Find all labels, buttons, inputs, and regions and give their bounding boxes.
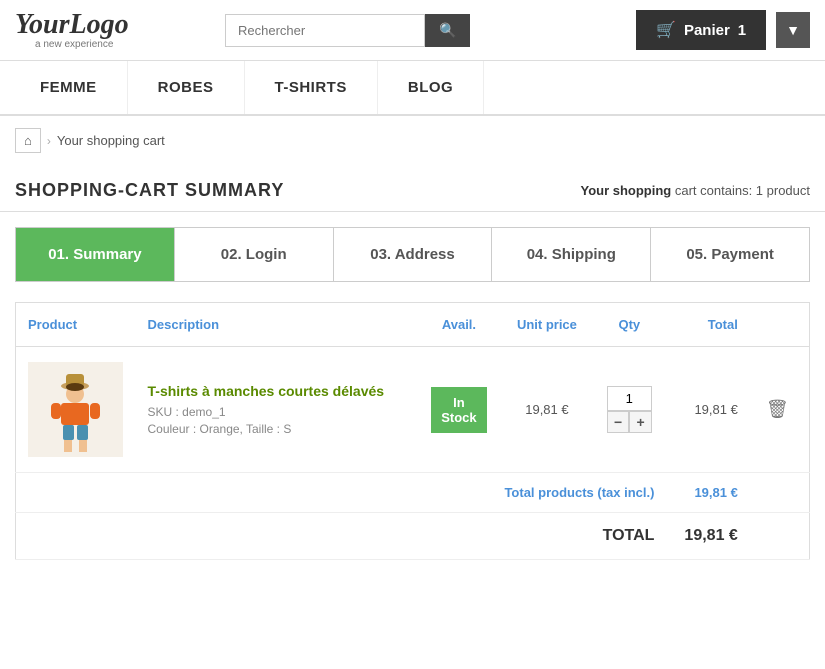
cart-icon: 🛒: [656, 20, 676, 40]
table-header-row: Product Description Avail. Unit price Qt…: [16, 303, 810, 347]
total-price-value: 19,81 €: [694, 402, 737, 417]
nav-item-robes[interactable]: ROBES: [128, 61, 245, 114]
breadcrumb-current: Your shopping cart: [57, 133, 165, 148]
cart-label: Panier: [684, 22, 730, 39]
qty-controls: − +: [607, 411, 652, 433]
breadcrumb-separator: ›: [47, 134, 51, 148]
product-color: Couleur : Orange, Taille : S: [148, 422, 405, 436]
search-icon: 🔍: [439, 22, 456, 38]
col-description: Description: [136, 303, 417, 347]
product-unit-price-cell: 19,81 €: [502, 347, 592, 473]
qty-wrapper: − +: [607, 386, 652, 433]
qty-decrease-button[interactable]: −: [607, 411, 630, 433]
product-availability-cell: InStock: [416, 347, 502, 473]
nav-item-tshirts[interactable]: T-SHIRTS: [245, 61, 378, 114]
qty-input[interactable]: [607, 386, 652, 411]
col-product: Product: [16, 303, 136, 347]
chevron-down-icon: ▼: [786, 22, 800, 38]
logo-main: YourLogo: [15, 11, 215, 39]
table-row: T-shirts à manches courtes délavés SKU :…: [16, 347, 810, 473]
step-shipping[interactable]: 04. Shipping: [492, 228, 651, 281]
product-name-link[interactable]: T-shirts à manches courtes délavés: [148, 383, 405, 399]
product-sku: SKU : demo_1: [148, 405, 405, 419]
page-title: SHOPPING-CART SUMMARY: [15, 180, 284, 201]
product-image: [28, 362, 123, 457]
total-row: TOTAL 19,81 €: [16, 513, 810, 560]
search-input[interactable]: [225, 14, 425, 47]
subtotal-label: Total products (tax incl.): [16, 473, 667, 513]
subtotal-row: Total products (tax incl.) 19,81 €: [16, 473, 810, 513]
checkout-steps: 01. Summary 02. Login 03. Address 04. Sh…: [15, 227, 810, 282]
in-stock-badge: InStock: [431, 387, 486, 433]
product-image-cell: [16, 347, 136, 473]
breadcrumb: ⌂ › Your shopping cart: [0, 116, 825, 165]
search-button[interactable]: 🔍: [425, 14, 470, 47]
col-qty: Qty: [592, 303, 666, 347]
col-actions: [750, 303, 810, 347]
product-delete-cell: 🗑: [750, 347, 810, 473]
step-payment[interactable]: 05. Payment: [651, 228, 809, 281]
nav-item-femme[interactable]: FEMME: [10, 61, 128, 114]
logo: YourLogo a new experience: [15, 11, 215, 50]
col-avail: Avail.: [416, 303, 502, 347]
cart-count: 1: [738, 22, 746, 39]
home-icon: ⌂: [24, 133, 32, 148]
total-empty: [750, 513, 810, 560]
product-description-cell: T-shirts à manches courtes délavés SKU :…: [136, 347, 417, 473]
nav-item-blog[interactable]: BLOG: [378, 61, 484, 114]
cart-summary-text: Your shopping cart contains: 1 product: [581, 183, 811, 198]
logo-sub: a new experience: [35, 39, 215, 50]
col-unit-price: Unit price: [502, 303, 592, 347]
step-login[interactable]: 02. Login: [175, 228, 334, 281]
step-address[interactable]: 03. Address: [334, 228, 493, 281]
total-value: 19,81 €: [666, 513, 749, 560]
navigation: FEMME ROBES T-SHIRTS BLOG: [0, 61, 825, 116]
step-summary[interactable]: 01. Summary: [16, 228, 175, 281]
subtotal-empty: [750, 473, 810, 513]
header: YourLogo a new experience 🔍 🛒 Panier 1 ▼: [0, 0, 825, 61]
subtotal-value: 19,81 €: [666, 473, 749, 513]
product-total-cell: 19,81 €: [666, 347, 749, 473]
product-qty-cell: − +: [592, 347, 666, 473]
page-title-area: SHOPPING-CART SUMMARY Your shopping cart…: [0, 165, 825, 212]
qty-increase-button[interactable]: +: [629, 411, 652, 433]
home-button[interactable]: ⌂: [15, 128, 41, 153]
col-total: Total: [666, 303, 749, 347]
total-label: TOTAL: [16, 513, 667, 560]
search-area: 🔍: [225, 14, 626, 47]
cart-button[interactable]: 🛒 Panier 1: [636, 10, 766, 50]
delete-product-button[interactable]: 🗑: [762, 395, 793, 424]
cart-table: Product Description Avail. Unit price Qt…: [15, 302, 810, 560]
cart-dropdown-button[interactable]: ▼: [776, 12, 810, 48]
unit-price-value: 19,81 €: [525, 402, 568, 417]
product-thumbnail: [28, 362, 123, 457]
